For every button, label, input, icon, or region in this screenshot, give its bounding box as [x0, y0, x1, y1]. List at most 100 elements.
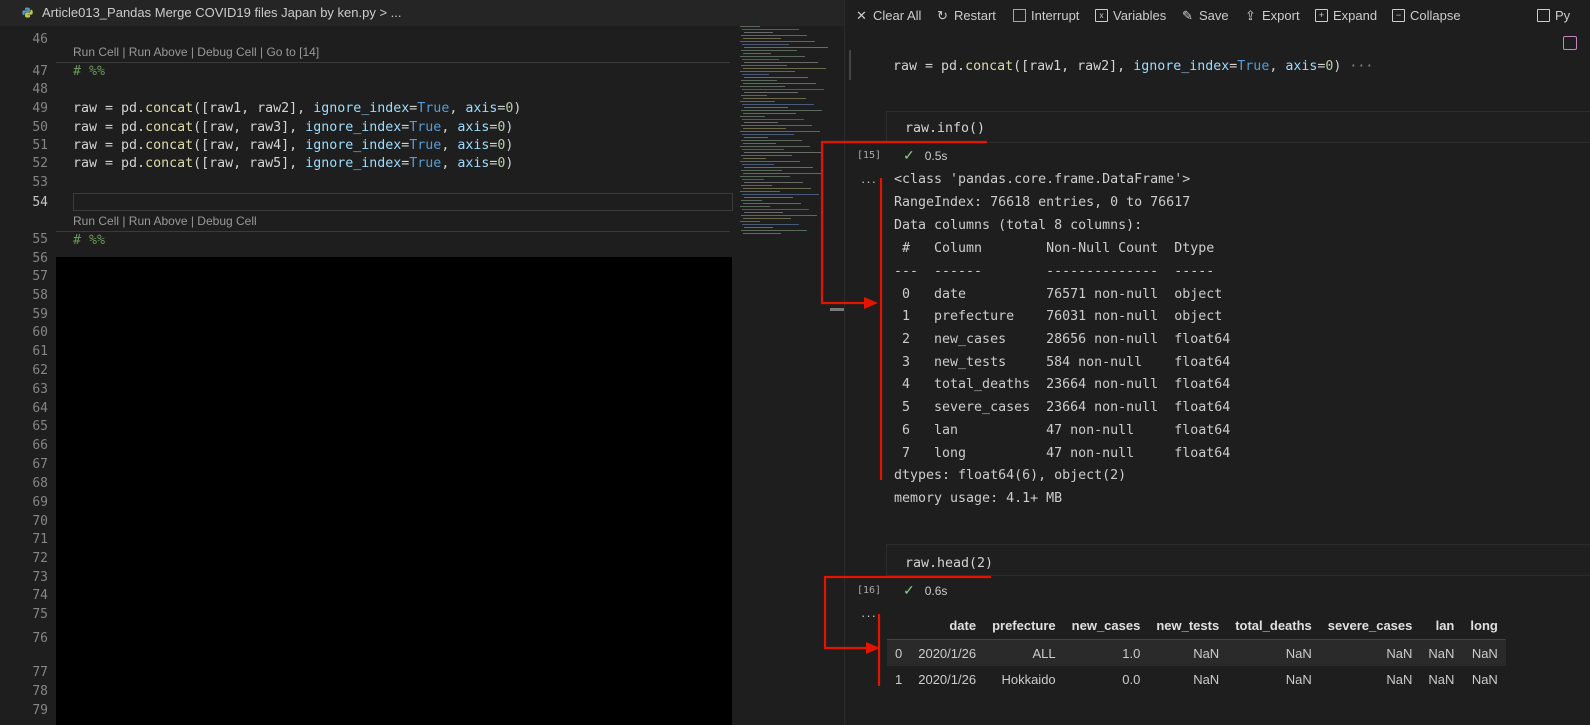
minimap-line [740, 71, 795, 72]
cell-marker-55: # %% [73, 233, 106, 248]
kernel-picker[interactable]: Py [1537, 8, 1570, 23]
export-icon: ⇪ [1245, 8, 1256, 23]
line-number: 72 [32, 551, 48, 566]
line-number: 59 [32, 307, 48, 322]
codelens-cell-47[interactable]: Run Cell | Run Above | Debug Cell | Go t… [73, 45, 319, 59]
line-number-gutter: 46 47 48 49 50 51 52 53 54 55 56 57 58 59 60 61 62 63 64 65… [0, 26, 60, 725]
minimap-line [743, 143, 776, 144]
dataframe-column-header: long [1462, 612, 1506, 640]
line-number: 48 [32, 82, 48, 97]
minimap-line [741, 50, 797, 51]
info-output-line: RangeIndex: 76618 entries, 0 to 76617 [894, 195, 1191, 210]
minimap-line [741, 215, 817, 216]
line-number: 68 [32, 476, 48, 491]
dataframe-cell: NaN [1420, 639, 1463, 666]
line-number: 78 [32, 684, 48, 699]
line-number: 74 [32, 588, 48, 603]
minimap-line [741, 140, 802, 141]
line-number: 69 [32, 495, 48, 510]
info-cell-input[interactable]: raw.info() [905, 121, 985, 136]
notebook-icon[interactable] [1563, 36, 1577, 50]
dataframe-cell: 2020/1/26 [910, 639, 985, 666]
dataframe-output: date prefecture new_cases new_tests total_de… [887, 612, 1506, 692]
code-line-51[interactable]: raw = pd.concat([raw, raw4], ignore_inde… [73, 138, 513, 153]
codelens-cell-55[interactable]: Run Cell | Run Above | Debug Cell [73, 214, 257, 228]
restart-button[interactable]: ↻ Restart [936, 8, 996, 23]
output-menu-button[interactable]: ··· [861, 174, 877, 189]
dataframe-cell: 1.0 [1063, 639, 1149, 666]
code-editor[interactable]: Article013_Pandas Merge COVID19 files Ja… [0, 0, 844, 725]
minimap-line [743, 158, 766, 159]
dataframe-column-header: new_tests [1148, 612, 1228, 640]
minimap-line [743, 188, 811, 189]
code-line-52[interactable]: raw = pd.concat([raw, raw5], ignore_inde… [73, 156, 513, 171]
current-line-highlight[interactable] [73, 193, 733, 211]
dataframe-column-header: total_deaths [1227, 612, 1320, 640]
export-button[interactable]: ⇪ Export [1244, 8, 1300, 23]
minimap-line [742, 119, 804, 120]
empty-editor-area[interactable] [56, 257, 732, 725]
info-output-line: 7 long 47 non-null float64 [894, 446, 1231, 461]
line-number: 63 [32, 382, 48, 397]
minimap-line [743, 113, 796, 114]
line-number: 73 [32, 570, 48, 585]
info-output-line: # Column Non-Null Count Dtype [894, 241, 1231, 256]
dataframe-cell: NaN [1148, 639, 1228, 666]
minimap-line [740, 86, 785, 87]
line-number: 60 [32, 325, 48, 340]
code-line-50[interactable]: raw = pd.concat([raw, raw3], ignore_inde… [73, 120, 513, 135]
dataframe-column-header: severe_cases [1319, 612, 1421, 640]
minimap-line [743, 203, 801, 204]
info-output-line: memory usage: 4.1+ MB [894, 491, 1063, 506]
line-number: 67 [32, 457, 48, 472]
minimap-line [741, 80, 777, 81]
dataframe-column-header: prefecture [984, 612, 1064, 640]
info-output-line: 2 new_cases 28656 non-null float64 [894, 332, 1231, 347]
dataframe-cell: NaN [1227, 639, 1320, 666]
clear-all-button[interactable]: ✕ Clear All [855, 8, 921, 23]
prev-cell-input[interactable]: raw = pd.concat([raw1, raw2], ignore_ind… [893, 59, 1373, 74]
info-output-line: 0 date 76571 non-null object [894, 287, 1231, 302]
minimap-line [744, 107, 788, 108]
minimap-line [742, 104, 814, 105]
head-cell-input[interactable]: raw.head(2) [905, 556, 993, 571]
restart-icon: ↻ [937, 8, 948, 23]
interrupt-button[interactable]: Interrupt [1013, 8, 1079, 23]
minimap-line [742, 224, 799, 225]
dataframe-cell: ALL [984, 639, 1064, 666]
info-cell-editor[interactable] [886, 111, 1590, 143]
dataframe-cell: NaN [1148, 666, 1228, 692]
code-line-49[interactable]: raw = pd.concat([raw1, raw2], ignore_ind… [73, 101, 521, 116]
python-file-icon [22, 7, 33, 18]
dataframe-cell: NaN [1227, 666, 1320, 692]
cell-collapse-bar[interactable] [849, 50, 851, 80]
minimap-line [741, 65, 787, 66]
breadcrumb[interactable]: Article013_Pandas Merge COVID19 files Ja… [42, 5, 402, 20]
minimap-line [742, 59, 779, 60]
info-output-line: Data columns (total 8 columns): [894, 218, 1143, 233]
minimap-line [744, 32, 773, 33]
minimap-line [743, 173, 821, 174]
expand-button[interactable]: + Expand [1315, 8, 1377, 23]
execution-count: [16] [857, 585, 882, 596]
dataframe-cell: NaN [1319, 666, 1421, 692]
dataframe-cell: Hokkaido [984, 666, 1064, 692]
line-number: 58 [32, 288, 48, 303]
minimap-line [744, 62, 818, 63]
output-menu-button[interactable]: ··· [861, 608, 877, 623]
variables-icon: x [1095, 9, 1108, 22]
line-number: 62 [32, 363, 48, 378]
cell-separator [56, 62, 730, 63]
minimap-line [742, 149, 784, 150]
variables-button[interactable]: x Variables [1095, 8, 1166, 23]
interactive-window: ✕ Clear All ↻ Restart Interrupt x Variab… [844, 0, 1590, 725]
minimap-line [743, 38, 781, 39]
minimap-line [742, 44, 789, 45]
line-number: 47 [32, 64, 48, 79]
save-button[interactable]: ✎ Save [1181, 8, 1229, 23]
dataframe-column-header: date [910, 612, 985, 640]
minimap[interactable] [740, 26, 830, 246]
minimap-line [740, 191, 780, 192]
kernel-icon [1537, 9, 1550, 22]
collapse-button[interactable]: − Collapse [1392, 8, 1461, 23]
